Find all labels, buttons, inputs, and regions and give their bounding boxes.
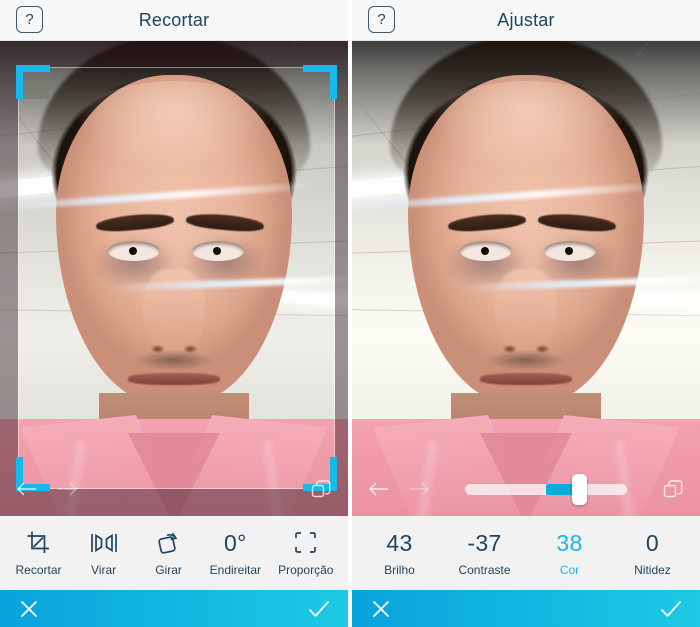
adjust-toolbar: 43 Brilho -37 Contraste 38 Cor 0 Nitidez: [352, 516, 700, 590]
tool-label: Brilho: [384, 562, 415, 577]
check-icon[interactable]: [658, 596, 684, 622]
slider-thumb[interactable]: [571, 473, 587, 505]
subject-forehead: [426, 81, 626, 171]
page-title: Ajustar: [497, 9, 555, 30]
tool-label: Proporção: [278, 562, 334, 577]
redo-arrow-icon[interactable]: [54, 476, 80, 502]
crop-overlay-controls: [0, 472, 348, 506]
pupil: [481, 247, 489, 255]
subject-mouth: [480, 373, 572, 385]
adjust-photo-stage[interactable]: [352, 41, 700, 516]
photo-editor-app: ? Recortar Recortar Virar Girar 0° Endir…: [0, 0, 700, 627]
redo-arrow-icon[interactable]: [406, 476, 432, 502]
tool-girar[interactable]: Girar: [145, 530, 193, 577]
brilho-value: 43: [386, 529, 413, 556]
crop-toolbar: Recortar Virar Girar 0° Endireitar Propo…: [0, 516, 348, 590]
crop-dim-left: [0, 67, 18, 489]
cor-value: 38: [556, 529, 583, 556]
tool-cor[interactable]: 38 Cor: [545, 530, 593, 577]
tool-label: Recortar: [15, 562, 62, 577]
crop-icon: [26, 530, 51, 556]
tool-nitidez[interactable]: 0 Nitidez: [628, 530, 676, 577]
duplicate-layers-icon[interactable]: [308, 476, 334, 502]
tool-brilho[interactable]: 43 Brilho: [375, 530, 423, 577]
crop-handle-top-left[interactable]: [16, 65, 50, 99]
tool-label: Nitidez: [634, 562, 671, 577]
page-title: Recortar: [138, 9, 210, 30]
check-icon[interactable]: [306, 596, 332, 622]
crop-selection-rect[interactable]: [16, 65, 337, 491]
tool-label: Endireitar: [209, 562, 262, 577]
crop-dim-top: [0, 41, 348, 67]
contraste-value: -37: [467, 529, 502, 556]
crop-photo-stage[interactable]: [0, 41, 348, 516]
tool-label: Virar: [91, 562, 117, 577]
aspect-ratio-icon: [293, 530, 318, 556]
undo-arrow-icon[interactable]: [14, 476, 40, 502]
duplicate-layers-icon[interactable]: [660, 476, 686, 502]
subject-eye-right: [544, 241, 596, 261]
tool-endireitar[interactable]: 0° Endireitar: [210, 530, 261, 577]
help-button[interactable]: ?: [368, 6, 395, 33]
tool-virar[interactable]: Virar: [80, 530, 128, 577]
crop-handle-top-right[interactable]: [303, 65, 337, 99]
tool-recortar[interactable]: Recortar: [15, 530, 63, 577]
adjust-bottom-bar: [352, 590, 700, 627]
flip-icon: [90, 530, 118, 556]
undo-arrow-icon[interactable]: [366, 476, 392, 502]
crop-header: ? Recortar: [0, 0, 348, 41]
close-x-icon[interactable]: [16, 596, 42, 622]
tool-proporcao[interactable]: Proporção: [278, 530, 333, 577]
panel-crop: ? Recortar Recortar Virar Girar 0° Endir…: [0, 0, 348, 627]
crop-bottom-bar: [0, 590, 348, 627]
rotate-icon: [156, 530, 181, 556]
close-x-icon[interactable]: [368, 596, 394, 622]
subject-eye-left: [460, 241, 512, 261]
tool-label: Contraste: [458, 562, 511, 577]
tool-label: Girar: [155, 562, 182, 577]
color-slider[interactable]: [465, 473, 627, 505]
adjust-overlay-controls: [352, 472, 700, 506]
tool-label: Cor: [559, 562, 580, 577]
nitidez-value: 0: [645, 529, 660, 556]
tool-contraste[interactable]: -37 Contraste: [458, 530, 510, 577]
pupil: [565, 247, 573, 255]
help-button[interactable]: ?: [16, 6, 43, 33]
straighten-degrees: 0°: [224, 529, 247, 556]
crop-dim-right: [335, 67, 348, 489]
adjust-header: ? Ajustar: [352, 0, 700, 41]
photo-image: [352, 41, 700, 516]
panel-adjust: ? Ajustar 43 Brilho -37 Contraste 38 Cor…: [352, 0, 700, 627]
